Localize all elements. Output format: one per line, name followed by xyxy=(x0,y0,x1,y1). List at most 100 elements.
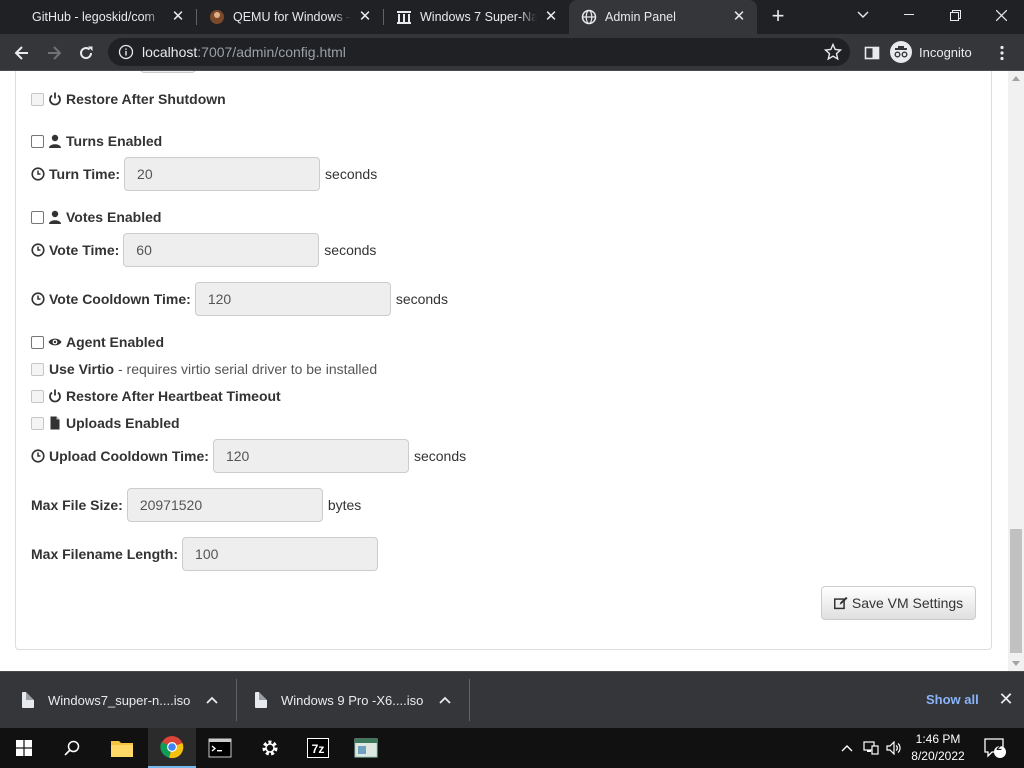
restore-heartbeat-row: Restore After Heartbeat Timeout xyxy=(31,388,281,404)
download-item[interactable]: Windows 9 Pro -X6....iso xyxy=(255,679,465,721)
user-icon xyxy=(48,210,62,224)
new-tab-button[interactable]: + xyxy=(766,5,790,29)
url-text: localhost:7007/admin/config.html xyxy=(142,44,346,60)
side-panel-icon[interactable] xyxy=(858,39,886,67)
user-icon xyxy=(48,134,62,148)
site-info-icon[interactable] xyxy=(118,44,134,60)
vote-time-label: Vote Time: xyxy=(49,242,120,258)
chevron-up-icon[interactable] xyxy=(204,692,220,708)
eye-icon xyxy=(48,335,62,349)
app-window-icon[interactable] xyxy=(342,728,390,768)
agent-enabled-row: Agent Enabled xyxy=(31,334,164,350)
download-shelf: Windows7_super-n....iso Windows 9 Pro -X… xyxy=(0,671,1024,728)
max-filename-length-input[interactable]: 100 xyxy=(182,537,379,571)
restore-heartbeat-label: Restore After Heartbeat Timeout xyxy=(66,388,281,404)
page-viewport: Restore After Shutdown Turns Enabled Tur… xyxy=(0,71,1008,671)
file-explorer-icon[interactable] xyxy=(98,728,146,768)
settings-gear-icon[interactable] xyxy=(246,728,294,768)
vote-cooldown-label: Vote Cooldown Time: xyxy=(49,291,191,307)
volume-icon[interactable] xyxy=(884,728,904,768)
tab-close-icon[interactable]: ✕ xyxy=(170,9,186,25)
upload-cooldown-input[interactable]: 120 xyxy=(212,439,409,473)
tab-title: QEMU for Windows – In xyxy=(233,10,351,24)
upload-cooldown-unit: seconds xyxy=(413,448,467,464)
turn-time-input[interactable]: 20 xyxy=(124,157,321,191)
close-window-button[interactable] xyxy=(978,0,1024,30)
system-clock[interactable]: 1:46 PM 8/20/2022 xyxy=(903,731,973,765)
show-all-downloads-link[interactable]: Show all xyxy=(926,692,979,707)
tab-admin-panel[interactable]: Admin Panel ✕ xyxy=(569,0,757,34)
votes-enabled-checkbox[interactable] xyxy=(31,210,44,224)
restore-after-shutdown-checkbox[interactable] xyxy=(31,92,44,106)
scroll-thumb[interactable] xyxy=(1010,529,1022,653)
restore-after-shutdown-label: Restore After Shutdown xyxy=(66,91,226,107)
restore-button[interactable] xyxy=(932,0,978,30)
agent-enabled-checkbox[interactable] xyxy=(31,335,44,349)
max-filename-length-row: Max Filename Length: 100 xyxy=(31,537,383,571)
clock-icon xyxy=(31,243,45,257)
qemu-icon xyxy=(209,9,225,25)
scroll-down-arrow[interactable] xyxy=(1012,661,1020,666)
incognito-label: Incognito xyxy=(919,44,972,60)
address-bar[interactable]: localhost:7007/admin/config.html xyxy=(108,38,850,66)
close-shelf-icon[interactable]: ✕ xyxy=(997,690,1015,708)
url-path: :7007/admin/config.html xyxy=(197,44,346,60)
turn-time-label: Turn Time: xyxy=(49,166,121,182)
max-file-size-input[interactable]: 20971520 xyxy=(126,488,323,522)
vote-time-input[interactable]: 60 xyxy=(123,233,320,267)
tab-qemu[interactable]: QEMU for Windows – In ✕ xyxy=(197,0,383,34)
vote-cooldown-input[interactable]: 120 xyxy=(194,282,391,316)
turns-enabled-row: Turns Enabled xyxy=(31,133,162,149)
incognito-indicator[interactable]: Incognito xyxy=(890,38,972,66)
network-icon[interactable] xyxy=(860,728,882,768)
page-scrollbar[interactable] xyxy=(1008,71,1024,671)
upload-cooldown-row: Upload Cooldown Time: 120 seconds xyxy=(31,439,466,473)
uploads-enabled-checkbox[interactable] xyxy=(31,416,44,430)
scroll-up-arrow[interactable] xyxy=(1012,76,1020,81)
bookmark-star-icon[interactable] xyxy=(823,42,843,61)
votes-enabled-row: Votes Enabled xyxy=(31,209,161,225)
clock-icon xyxy=(31,167,45,181)
notification-count: 2 xyxy=(996,742,1002,753)
vote-cooldown-row: Vote Cooldown Time: 120 seconds xyxy=(31,282,448,316)
minimize-button[interactable] xyxy=(886,0,932,30)
notification-center[interactable]: 2 xyxy=(980,728,1010,768)
turn-time-row: Turn Time: 20 seconds xyxy=(31,157,377,191)
tab-close-icon[interactable]: ✕ xyxy=(543,9,559,25)
chevron-up-icon[interactable] xyxy=(437,692,453,708)
tab-title: Windows 7 Super-Nano xyxy=(420,10,537,24)
windows-taskbar: 7z 1:46 PM 8/20/2022 2 xyxy=(0,728,1024,768)
clock-icon xyxy=(31,292,45,306)
terminal-icon[interactable] xyxy=(196,728,244,768)
file-icon xyxy=(48,416,62,430)
tab-search-icon[interactable] xyxy=(840,0,886,30)
turn-time-unit: seconds xyxy=(325,166,378,182)
turns-enabled-checkbox[interactable] xyxy=(31,134,44,148)
back-button[interactable] xyxy=(8,39,36,67)
tab-close-icon[interactable]: ✕ xyxy=(357,9,373,25)
vote-cooldown-unit: seconds xyxy=(395,291,448,307)
tab-windows7[interactable]: Windows 7 Super-Nano ✕ xyxy=(384,0,569,34)
tab-close-icon[interactable]: ✕ xyxy=(731,9,747,25)
search-icon[interactable] xyxy=(48,728,96,768)
show-hidden-icons-icon[interactable] xyxy=(838,728,856,768)
max-file-size-unit: bytes xyxy=(327,497,362,513)
restore-heartbeat-checkbox[interactable] xyxy=(31,389,44,403)
save-vm-settings-button[interactable]: Save VM Settings xyxy=(821,586,976,620)
start-button[interactable] xyxy=(0,728,48,768)
power-icon xyxy=(48,389,62,403)
archive-icon xyxy=(396,9,412,25)
restore-after-shutdown-row: Restore After Shutdown xyxy=(31,91,226,107)
max-file-size-label: Max File Size: xyxy=(31,497,123,513)
tab-github[interactable]: GitHub - legoskid/com ✕ xyxy=(20,0,196,34)
votes-enabled-label: Votes Enabled xyxy=(66,209,162,225)
svg-text:7z: 7z xyxy=(312,742,325,756)
reload-button[interactable] xyxy=(72,39,100,67)
browser-menu-icon[interactable] xyxy=(988,39,1016,67)
7zip-icon[interactable]: 7z xyxy=(294,728,342,768)
forward-button[interactable] xyxy=(40,39,68,67)
chrome-icon[interactable] xyxy=(148,728,196,768)
vote-time-row: Vote Time: 60 seconds xyxy=(31,233,376,267)
use-virtio-checkbox[interactable] xyxy=(31,362,44,376)
download-item[interactable]: Windows7_super-n....iso xyxy=(22,679,232,721)
